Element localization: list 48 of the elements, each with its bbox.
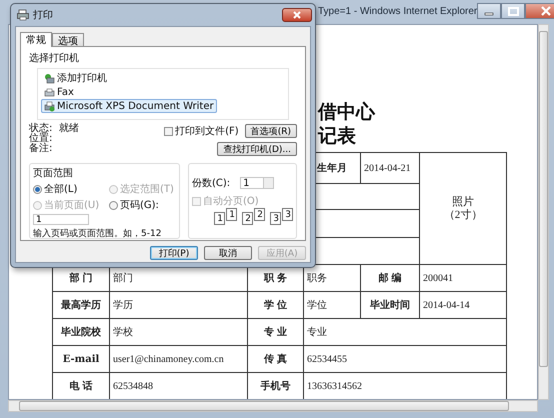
copies-label: 份数(C):: [192, 177, 230, 190]
field-label: 学 位: [248, 292, 304, 318]
table-cell: 学位: [304, 292, 360, 318]
table-cell: 62534455: [304, 346, 506, 372]
page-range-field[interactable]: 1: [33, 214, 89, 225]
radio-label: 选定范围(T): [120, 182, 174, 196]
form-title: 借中心: [318, 101, 376, 123]
field-label: 传 真: [248, 346, 304, 372]
dialog-title: 打印: [33, 8, 53, 22]
table-cell: user1@chinamoney.com.cn: [110, 346, 248, 372]
photo-placeholder-text: 照片 （2寸）: [442, 196, 484, 222]
table-cell: 学校: [110, 318, 248, 346]
dialog-button[interactable]: 取消: [204, 246, 252, 260]
hint-text: 输入页码或页面范围。如，5-12: [33, 228, 162, 240]
table-cell: 2014-04-14: [420, 292, 506, 318]
status-label: 位置:: [29, 134, 54, 144]
field-label: E-mail: [52, 346, 110, 372]
tab[interactable]: 选项: [52, 33, 84, 46]
checkbox-label: 自动分页(O): [203, 195, 259, 208]
radio-label: 页码(G):: [120, 199, 159, 212]
field-label: 毕业时间: [360, 292, 420, 318]
find-printer-button[interactable]: 查找打印机(D)...: [217, 142, 297, 156]
table-cell: 专业: [304, 318, 506, 346]
checkbox-label: 打印到文件(F): [175, 124, 239, 138]
dialog-button[interactable]: 打印(P): [150, 246, 198, 260]
table-cell: 200041: [420, 264, 506, 292]
printer-item[interactable]: 添加打印机: [41, 71, 110, 85]
status-label: 备注:: [29, 144, 54, 154]
field-label: 邮 编: [360, 264, 420, 292]
tab[interactable]: 常规: [20, 32, 52, 47]
radio-label: 当前页面(U): [44, 198, 100, 212]
field-label: 毕业院校: [52, 318, 110, 346]
group-label: 选择打印机: [29, 52, 80, 65]
radio-label: 全部(L): [44, 182, 78, 196]
preferences-button[interactable]: 首选项(R): [244, 124, 297, 138]
printer-item[interactable]: Fax: [41, 85, 77, 99]
printer-item[interactable]: Microsoft XPS Document Writer: [41, 99, 217, 113]
printer-list[interactable]: 添加打印机 Fax Microsoft XPS Document Writer: [37, 68, 289, 120]
field-label: 专 业: [248, 318, 304, 346]
status-label: 状态:: [29, 124, 54, 134]
table-cell: 学历: [110, 292, 248, 318]
table-cell: 2014-04-21: [360, 152, 420, 184]
group-label: 页面范围: [33, 166, 74, 180]
copies-field[interactable]: 1: [240, 177, 274, 189]
window-title: Type=1 - Windows Internet Explorer: [318, 6, 478, 16]
field-label: 最高学历: [52, 292, 110, 318]
status-value: 就绪: [59, 124, 80, 134]
form-title: 记表: [318, 125, 357, 147]
